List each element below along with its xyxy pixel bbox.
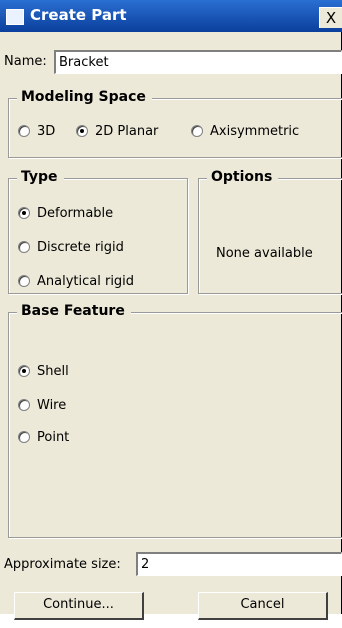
radio-deformable-label: Deformable (37, 205, 114, 221)
radio-point[interactable]: Point (18, 428, 69, 446)
title-bar[interactable]: Create Part X (0, 0, 342, 32)
radio-axisymmetric-indicator[interactable] (191, 125, 203, 137)
modeling-space-legend: Modeling Space (17, 89, 152, 105)
radio-deformable[interactable]: Deformable (18, 204, 113, 222)
radio-discrete-rigid-indicator[interactable] (18, 241, 30, 253)
radio-2d-planar-label: 2D Planar (95, 123, 159, 139)
base-feature-group: Base Feature (8, 303, 342, 538)
radio-analytical-rigid-indicator[interactable] (18, 275, 30, 287)
radio-3d-indicator[interactable] (18, 125, 30, 137)
options-none-text: None available (216, 246, 313, 261)
options-group: Options (198, 169, 342, 294)
close-button[interactable]: X (319, 7, 342, 28)
radio-discrete-rigid-label: Discrete rigid (37, 239, 124, 255)
radio-3d[interactable]: 3D (18, 122, 55, 140)
radio-discrete-rigid[interactable]: Discrete rigid (18, 238, 124, 256)
radio-wire-label: Wire (37, 397, 67, 413)
radio-point-label: Point (37, 429, 70, 445)
radio-axisymmetric[interactable]: Axisymmetric (191, 122, 299, 140)
name-label: Name: (4, 54, 47, 69)
radio-deformable-indicator[interactable] (18, 207, 30, 219)
radio-shell-indicator[interactable] (18, 365, 30, 377)
radio-analytical-rigid[interactable]: Analytical rigid (18, 272, 134, 290)
radio-2d-planar[interactable]: 2D Planar (76, 122, 158, 140)
window-icon (6, 9, 24, 25)
radio-analytical-rigid-label: Analytical rigid (37, 273, 135, 289)
approx-size-label: Approximate size: (4, 557, 121, 572)
dialog-title: Create Part (30, 6, 127, 24)
radio-shell[interactable]: Shell (18, 362, 69, 380)
continue-button[interactable]: Continue... (14, 592, 144, 620)
radio-wire[interactable]: Wire (18, 396, 66, 414)
approx-size-input[interactable]: 2 (136, 552, 342, 576)
radio-axisymmetric-label: Axisymmetric (210, 123, 300, 139)
cancel-button[interactable]: Cancel (198, 592, 328, 620)
base-feature-legend: Base Feature (17, 303, 131, 319)
radio-shell-label: Shell (37, 363, 69, 379)
radio-2d-planar-indicator[interactable] (76, 125, 88, 137)
radio-wire-indicator[interactable] (18, 399, 30, 411)
name-input[interactable]: Bracket (54, 50, 342, 74)
radio-point-indicator[interactable] (18, 431, 30, 443)
radio-3d-label: 3D (37, 123, 56, 139)
create-part-dialog: Create Part X Name: Bracket Modeling Spa… (0, 0, 342, 620)
type-legend: Type (17, 169, 64, 185)
options-legend: Options (207, 169, 279, 185)
